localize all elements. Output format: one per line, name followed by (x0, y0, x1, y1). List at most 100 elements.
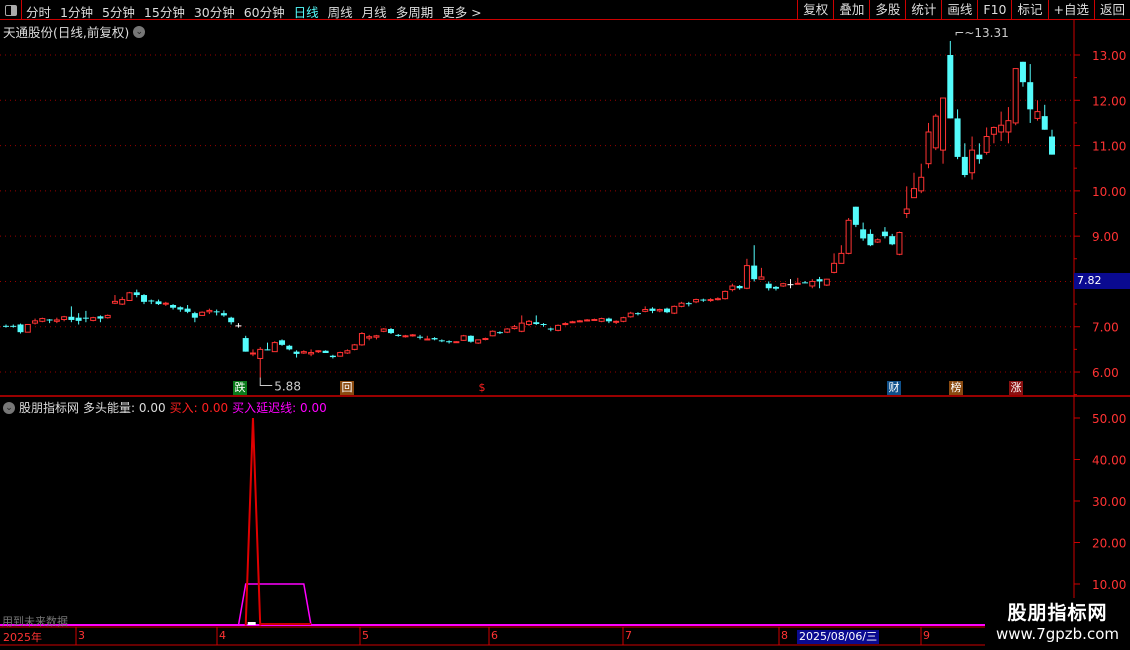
candle-body (322, 350, 329, 354)
candle-body (787, 284, 794, 286)
candle (620, 316, 627, 323)
candle-body (162, 302, 169, 305)
candle (1027, 64, 1034, 123)
candle-body (133, 292, 140, 296)
candle-body (489, 330, 496, 337)
candle (61, 315, 68, 322)
candle (293, 350, 300, 358)
candle (133, 289, 140, 298)
candle (569, 320, 576, 324)
candle-body (453, 341, 460, 344)
candle-body (802, 282, 809, 284)
candle (838, 245, 845, 264)
candle-body (431, 338, 438, 340)
current-price-tag: 7.82 (1074, 273, 1130, 289)
candle (598, 317, 605, 323)
candle-body (758, 276, 765, 280)
candle-body (148, 300, 155, 302)
candle-body (104, 314, 111, 319)
candle-body (351, 344, 358, 350)
candle-body (61, 316, 68, 320)
candle (910, 172, 917, 199)
candle (1034, 100, 1041, 121)
buy-delay-line (237, 583, 312, 626)
candle-body (17, 324, 24, 333)
candle (199, 311, 206, 316)
candle-body (896, 232, 903, 255)
candle (402, 334, 409, 338)
candle-body (264, 349, 271, 351)
candle-body (940, 97, 947, 151)
candle-body (344, 350, 351, 354)
signal-marker: 跌 (233, 381, 247, 395)
candle (228, 316, 235, 325)
candle-body (141, 295, 148, 302)
candle (141, 294, 148, 305)
candle (496, 331, 503, 334)
candle-body (504, 328, 511, 333)
candle (308, 349, 315, 357)
price-label: 12.00 (1092, 94, 1126, 108)
candle (736, 285, 743, 290)
ind-axis-label: 20.00 (1092, 537, 1126, 551)
candle-body (279, 340, 286, 345)
ind-axis-label: 40.00 (1092, 454, 1126, 468)
time-label: 5 (362, 629, 369, 642)
candle-body (300, 351, 307, 354)
candle (533, 315, 540, 325)
candle-body (990, 126, 997, 135)
candle-body (170, 305, 177, 308)
candle-body (1034, 111, 1041, 119)
candle-body (373, 335, 380, 338)
candle-body (729, 285, 736, 291)
candle (634, 312, 641, 316)
candle-body (518, 322, 525, 332)
candle (642, 306, 649, 313)
signal-marker: $ (478, 381, 486, 394)
candle (351, 343, 358, 351)
candle (867, 229, 874, 247)
watermark: 股朋指标网 www.7gpzb.com (985, 598, 1130, 650)
candle-body (947, 55, 954, 119)
candle (119, 296, 126, 306)
signal-marker: 榜 (949, 381, 963, 395)
candle-body (380, 328, 387, 332)
candle-body (475, 339, 482, 344)
candlestick-chart[interactable]: 13.0012.0011.0010.009.008.007.006.00⌐~13… (0, 0, 1130, 650)
candle (809, 279, 816, 289)
candle (591, 318, 598, 321)
candle (1005, 107, 1012, 144)
candle (504, 328, 511, 334)
candle-body (438, 340, 445, 342)
candle-body (53, 319, 60, 322)
candle-body (714, 298, 721, 301)
candle-body (693, 299, 700, 303)
candle-body (634, 313, 641, 315)
candle (82, 310, 89, 323)
candle-body (656, 309, 663, 312)
candle (249, 349, 256, 357)
candle (526, 319, 532, 326)
chevron-down-icon[interactable]: ⌄ (3, 401, 15, 414)
time-label: 7 (625, 629, 632, 642)
candle (467, 335, 474, 343)
candle-body (1027, 82, 1034, 110)
candle-body (10, 325, 17, 327)
candle (206, 308, 213, 315)
candle-body (605, 318, 612, 322)
candle-body (496, 332, 503, 334)
candle-body (555, 324, 562, 331)
candle-body (613, 320, 620, 323)
ind-axis-label: 10.00 (1092, 578, 1126, 592)
candle (460, 334, 467, 341)
candle (39, 317, 46, 323)
candle (656, 308, 663, 313)
candle-body (424, 338, 431, 341)
candle (852, 206, 859, 228)
candle (787, 279, 794, 289)
candle-body (809, 280, 816, 287)
price-label: 11.00 (1092, 140, 1126, 154)
high-price-label: ⌐~13.31 (954, 26, 1008, 40)
candle (32, 318, 39, 325)
candle (17, 323, 24, 334)
